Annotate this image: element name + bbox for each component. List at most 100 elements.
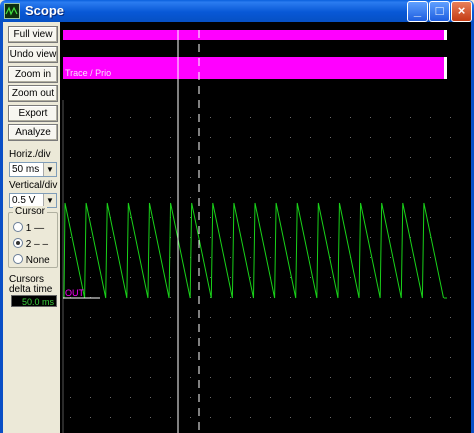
zoom-out-button[interactable]: Zoom out xyxy=(8,85,58,102)
grid-dot xyxy=(370,217,371,218)
grid-dot xyxy=(330,177,331,178)
window-title: Scope xyxy=(25,3,65,18)
grid-dot xyxy=(330,117,331,118)
zoom-in-button[interactable]: Zoom in xyxy=(8,66,58,83)
grid-dot xyxy=(430,277,431,278)
top-trace-bar[interactable] xyxy=(63,30,444,40)
grid-dot xyxy=(450,297,451,298)
grid-dot xyxy=(210,397,211,398)
grid-dot xyxy=(230,177,231,178)
control-panel: Full view Undo view Zoom in Zoom out Exp… xyxy=(0,22,60,433)
title-bar: Scope _ □ × xyxy=(0,0,474,22)
grid-dot xyxy=(210,177,211,178)
grid-dot xyxy=(110,257,111,258)
grid-dot xyxy=(70,137,71,138)
grid-dot xyxy=(170,157,171,158)
grid-dot xyxy=(150,317,151,318)
grid-dot xyxy=(110,117,111,118)
close-button[interactable]: × xyxy=(451,1,472,22)
grid-dot xyxy=(70,357,71,358)
grid-dot xyxy=(310,397,311,398)
scope-display[interactable]: Trace / Prio OUT xyxy=(60,22,474,433)
grid-dot xyxy=(150,137,151,138)
grid-dot xyxy=(410,357,411,358)
grid-dot xyxy=(290,277,291,278)
grid-dot xyxy=(390,257,391,258)
grid-dot xyxy=(230,417,231,418)
full-view-button[interactable]: Full view xyxy=(8,26,58,43)
grid-dot xyxy=(430,337,431,338)
grid-dot xyxy=(390,157,391,158)
cursor-option-1[interactable]: 1 — xyxy=(13,222,44,234)
grid-dot xyxy=(450,357,451,358)
grid-dot xyxy=(270,377,271,378)
grid-dot xyxy=(370,257,371,258)
horiz-div-value: 50 ms xyxy=(12,164,40,175)
grid-dot xyxy=(110,157,111,158)
grid-dot xyxy=(310,357,311,358)
grid-dot xyxy=(90,337,91,338)
grid-dot xyxy=(170,397,171,398)
grid-dot xyxy=(390,137,391,138)
grid-dot xyxy=(170,357,171,358)
grid-dot xyxy=(390,277,391,278)
grid-dot xyxy=(390,217,391,218)
grid-dot xyxy=(310,157,311,158)
grid-dot xyxy=(230,117,231,118)
grid-dot xyxy=(110,297,111,298)
grid-dot xyxy=(350,137,351,138)
grid-dot xyxy=(110,377,111,378)
grid-dot xyxy=(230,277,231,278)
trace-prio-bar[interactable] xyxy=(63,57,444,79)
grid-dot xyxy=(310,137,311,138)
grid-dot xyxy=(230,397,231,398)
analyze-button[interactable]: Analyze xyxy=(8,124,58,141)
grid-dot xyxy=(90,257,91,258)
undo-view-button[interactable]: Undo view xyxy=(8,46,58,63)
grid-dot xyxy=(330,357,331,358)
grid-dot xyxy=(430,117,431,118)
grid-dot xyxy=(110,317,111,318)
radio-selected-icon[interactable] xyxy=(13,238,23,248)
trace-prio-label: Trace / Prio xyxy=(65,68,111,78)
grid-dot xyxy=(270,157,271,158)
cursor-option-2[interactable]: 2 – – xyxy=(13,238,48,250)
grid-dot xyxy=(90,237,91,238)
grid-dot xyxy=(310,197,311,198)
grid-dot xyxy=(450,177,451,178)
radio-icon[interactable] xyxy=(13,254,23,264)
maximize-button[interactable]: □ xyxy=(429,1,450,22)
vertical-div-label: Vertical/div xyxy=(9,180,58,191)
grid-dot xyxy=(190,157,191,158)
grid-dot xyxy=(310,337,311,338)
grid-dot xyxy=(410,197,411,198)
grid-dot xyxy=(250,137,251,138)
grid-dot xyxy=(450,237,451,238)
grid-dot xyxy=(110,197,111,198)
grid-dot xyxy=(90,397,91,398)
grid-dot xyxy=(430,377,431,378)
grid-dot xyxy=(330,137,331,138)
radio-icon[interactable] xyxy=(13,222,23,232)
grid-dot xyxy=(390,397,391,398)
chevron-down-icon[interactable]: ▼ xyxy=(43,163,56,176)
grid-dot xyxy=(290,117,291,118)
grid-dot xyxy=(150,157,151,158)
grid-dot xyxy=(310,237,311,238)
signal-trace[interactable] xyxy=(63,202,444,299)
grid-dot xyxy=(330,277,331,278)
grid-dot xyxy=(170,337,171,338)
grid-dot xyxy=(130,177,131,178)
horiz-div-select[interactable]: 50 ms ▼ xyxy=(9,162,57,177)
grid-dot xyxy=(270,137,271,138)
grid-dot xyxy=(210,377,211,378)
scope-canvas[interactable]: Trace / Prio OUT xyxy=(60,22,474,433)
export-button[interactable]: Export xyxy=(8,105,58,122)
cursor-option-none[interactable]: None xyxy=(13,254,50,266)
cursor-option-label: None xyxy=(25,255,50,266)
grid-dot xyxy=(450,257,451,258)
grid-dot xyxy=(170,177,171,178)
grid-dot xyxy=(430,317,431,318)
grid-dot xyxy=(130,157,131,158)
minimize-button[interactable]: _ xyxy=(407,1,428,22)
